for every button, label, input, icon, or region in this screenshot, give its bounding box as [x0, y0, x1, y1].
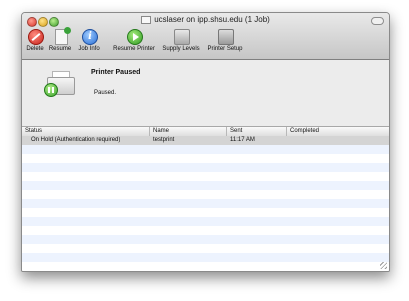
printer-status-heading: Printer Paused [91, 69, 141, 76]
printer-setup-label: Printer Setup [207, 46, 243, 52]
job-name-cell: testprint [153, 137, 175, 143]
delete-icon [28, 29, 44, 45]
resume-button[interactable]: Resume [47, 27, 73, 57]
play-icon [127, 29, 143, 45]
printer-icon [44, 69, 76, 99]
resume-printer-label: Resume Printer [113, 46, 155, 52]
window-title-area: ucslaser on ipp.shsu.edu (1 Job) [22, 15, 389, 24]
supply-levels-button[interactable]: Supply Levels [160, 29, 202, 57]
printer-setup-button[interactable]: Printer Setup [204, 29, 246, 57]
resume-printer-button[interactable]: Resume Printer [110, 29, 158, 57]
delete-button[interactable]: Delete [25, 29, 45, 57]
column-header-sent[interactable]: Sent [227, 127, 287, 136]
resize-grip[interactable] [380, 262, 387, 269]
title-bar: ucslaser on ipp.shsu.edu (1 Job) Delete … [22, 13, 389, 60]
supply-levels-icon [174, 29, 190, 45]
column-header-status[interactable]: Status [22, 127, 150, 136]
printer-proxy-icon [141, 15, 152, 24]
paused-badge-icon [44, 83, 58, 97]
printer-status-detail: Paused. [94, 90, 117, 96]
job-status-cell: On Hold (Authentication required) [31, 137, 121, 143]
job-list: On Hold (Authentication required) testpr… [22, 136, 389, 271]
job-sent-cell: 11:17 AM [230, 137, 255, 143]
resume-label: Resume [48, 46, 72, 52]
info-icon: i [82, 29, 98, 45]
printer-setup-icon [218, 29, 234, 45]
window-title: ucslaser on ipp.shsu.edu (1 Job) [154, 15, 270, 24]
column-header-name[interactable]: Name [150, 127, 227, 136]
resume-job-icon [55, 27, 71, 45]
supply-levels-label: Supply Levels [162, 46, 200, 52]
printer-status-area: Printer Paused Paused. [22, 60, 389, 126]
job-table: Status Name Sent Completed On Hold (Auth… [22, 126, 389, 271]
print-queue-window: ucslaser on ipp.shsu.edu (1 Job) Delete … [21, 12, 390, 272]
job-info-label: Job Info [78, 46, 100, 52]
job-completed-cell [287, 136, 290, 145]
job-info-button[interactable]: i Job Info [75, 29, 103, 57]
delete-label: Delete [26, 46, 44, 52]
column-header-completed[interactable]: Completed [287, 127, 389, 136]
table-row[interactable]: On Hold (Authentication required) testpr… [22, 136, 389, 145]
